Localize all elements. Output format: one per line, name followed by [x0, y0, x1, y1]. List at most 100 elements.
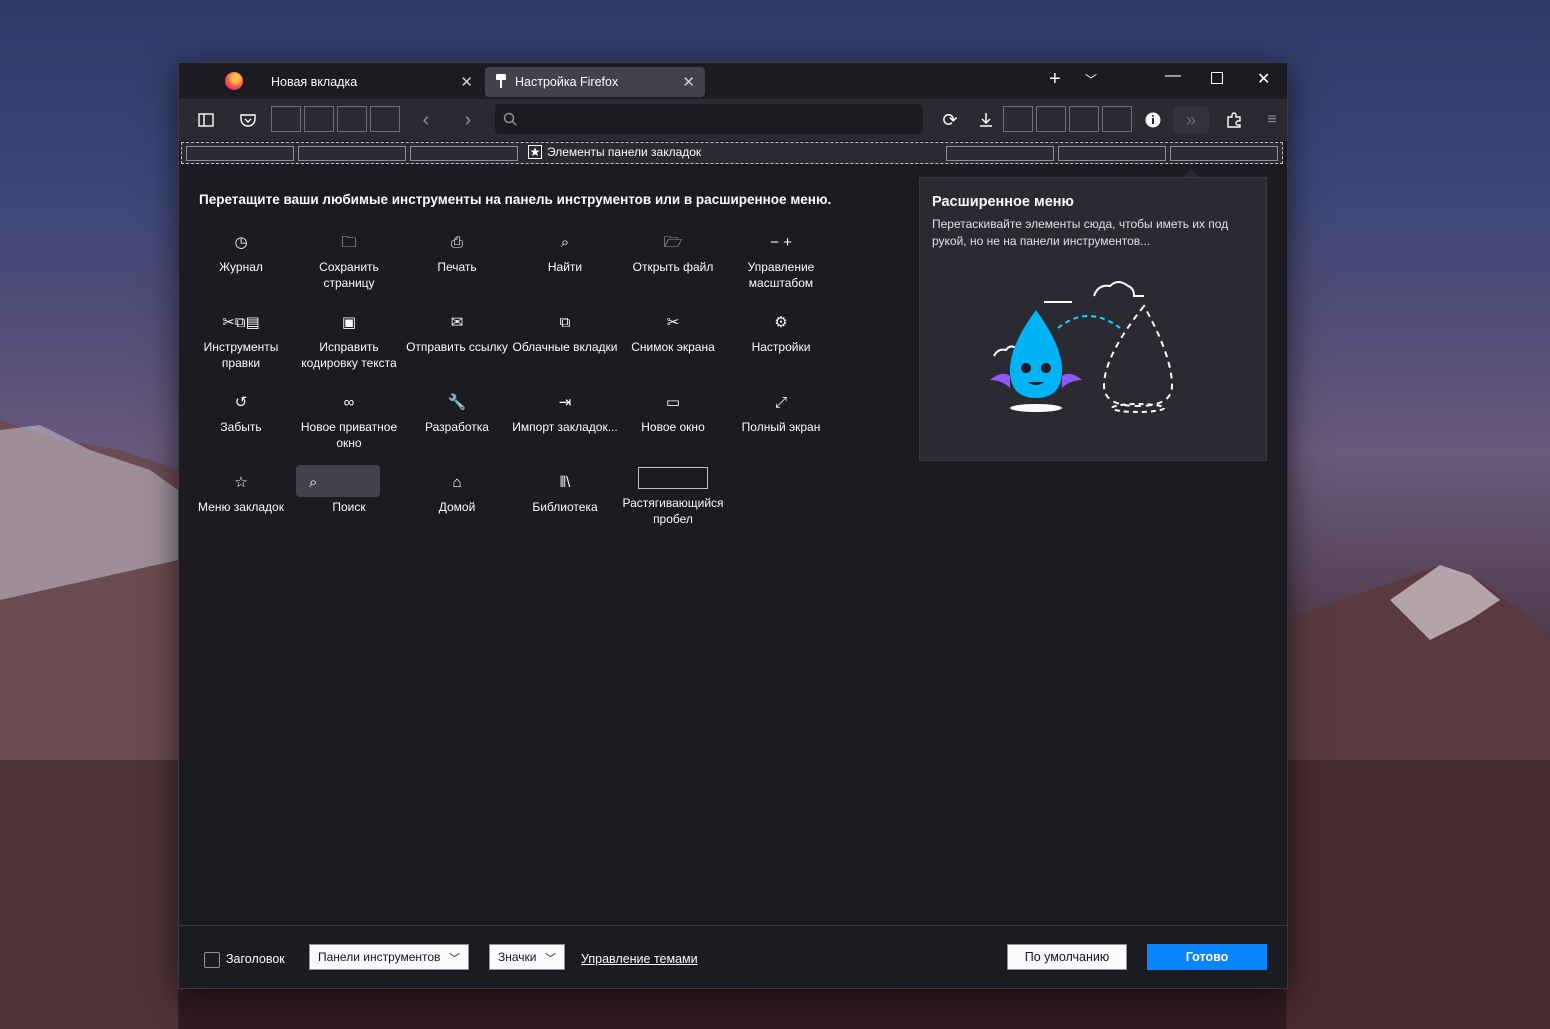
close-window-icon[interactable]: ✕	[1257, 69, 1270, 89]
toolbar-placeholder	[370, 106, 400, 132]
palette-item-new-window[interactable]: ▭ Новое окно	[619, 393, 727, 435]
tab-new-tab[interactable]: Новая вкладка ✕	[257, 67, 483, 97]
extensions-icon[interactable]	[1221, 107, 1247, 133]
url-bar[interactable]	[495, 104, 923, 134]
palette-item-search[interactable]: ⌕ Поиск	[295, 465, 403, 515]
chevron-down-icon: ﹀	[545, 953, 556, 965]
palette-item-edit-tools[interactable]: ✂⧉▤ Инструменты правки	[187, 313, 295, 371]
palette-item-label: Управление масштабом	[747, 260, 815, 290]
library-icon: ⫴\	[559, 474, 571, 491]
forget-icon: ↺	[234, 394, 248, 411]
back-icon[interactable]: ‹	[413, 107, 439, 133]
overflow-chevron-icon[interactable]: »	[1173, 107, 1209, 133]
find-icon: ⌕	[560, 234, 570, 251]
palette-item-screenshot[interactable]: ✂ Снимок экрана	[619, 313, 727, 355]
toolbar-placeholder	[337, 106, 367, 132]
palette-item-open-file[interactable]: 🗁 Открыть файл	[619, 233, 727, 275]
firefox-logo-icon[interactable]	[225, 72, 243, 90]
palette-item-label: Облачные вкладки	[512, 340, 618, 354]
overflow-text: Перетаскивайте элементы сюда, чтобы имет…	[932, 217, 1229, 248]
panel-arrow	[1183, 169, 1199, 177]
minimize-icon[interactable]: —	[1165, 67, 1181, 85]
palette-item-find[interactable]: ⌕ Найти	[511, 233, 619, 275]
maximize-icon[interactable]	[1211, 72, 1223, 84]
palette-item-label: Поиск	[332, 500, 366, 514]
palette-item-label: Отправить ссылку	[406, 340, 508, 354]
bookmark-placeholder	[298, 146, 406, 161]
downloads-icon[interactable]	[973, 107, 999, 133]
customize-footer: Заголовок Панели инструментов ﹀ Значки ﹀…	[179, 925, 1287, 988]
forward-icon[interactable]: ›	[455, 107, 481, 133]
palette-item-import[interactable]: ⇥ Импорт закладок...	[511, 393, 619, 435]
zoom-icon: − +	[770, 234, 792, 251]
toolbars-dropdown-value: Панели инструментов	[318, 950, 441, 964]
palette-item-label: Настройки	[751, 340, 811, 354]
bookmarks-menu-icon: ☆	[234, 474, 248, 491]
encoding-icon: ▣	[341, 314, 357, 331]
palette-item-label: Полный экран	[741, 420, 821, 434]
titlebar-checkbox[interactable]	[204, 952, 220, 968]
palette-item-label: Открыть файл	[632, 260, 714, 274]
palette-item-synced-tabs[interactable]: ⧉ Облачные вкладки	[511, 313, 619, 355]
density-dropdown[interactable]: Значки ﹀	[489, 944, 565, 970]
reload-icon[interactable]: ⟳	[937, 107, 963, 133]
palette-item-label: Растягивающийся пробел	[622, 496, 724, 526]
hamburger-menu-icon[interactable]: ≡	[1259, 107, 1285, 133]
tab-label: Новая вкладка	[271, 75, 358, 89]
bookmark-placeholder	[946, 146, 1054, 161]
manage-themes-link[interactable]: Управление темами	[581, 952, 698, 966]
tab-bar: Новая вкладка ✕ Настройка Firefox ✕ + ﹀ …	[179, 63, 1287, 99]
fullscreen-icon: ⤢	[774, 394, 787, 411]
bookmarks-toolbar: Элементы панели закладок	[181, 142, 1283, 164]
palette-item-fullscreen[interactable]: ⤢ Полный экран	[727, 393, 835, 435]
toolbars-dropdown[interactable]: Панели инструментов ﹀	[309, 944, 469, 970]
close-tab-icon[interactable]: ✕	[682, 73, 695, 91]
palette-item-label: Инструменты правки	[203, 340, 279, 370]
toolbar-placeholder	[304, 106, 334, 132]
palette-item-label: Забыть	[220, 420, 262, 434]
new-tab-plus-icon[interactable]: +	[1049, 68, 1061, 91]
bookmark-placeholder	[410, 146, 518, 161]
tab-customize[interactable]: Настройка Firefox ✕	[485, 67, 705, 97]
palette-item-home[interactable]: ⌂ Домой	[403, 473, 511, 515]
sidebar-icon[interactable]	[193, 107, 219, 133]
overflow-panel[interactable]: Расширенное меню Перетаскивайте элементы…	[919, 177, 1267, 461]
palette-item-developer[interactable]: 🔧 Разработка	[403, 393, 511, 435]
palette-item-save-page[interactable]: 🗀 Сохранить страницу	[295, 233, 403, 291]
close-tab-icon[interactable]: ✕	[460, 73, 473, 91]
toolbar-placeholder	[1003, 106, 1033, 132]
bookmarks-items[interactable]: Элементы панели закладок	[528, 145, 701, 159]
bookmarks-items-label: Элементы панели закладок	[547, 145, 702, 159]
palette-item-label: Разработка	[425, 420, 489, 434]
developer-icon: 🔧	[447, 394, 467, 411]
palette-item-email-link[interactable]: ✉ Отправить ссылку	[403, 313, 511, 355]
palette-item-forget[interactable]: ↺ Забыть	[187, 393, 295, 435]
palette-item-print[interactable]: ⎙ Печать	[403, 233, 511, 275]
overflow-title: Расширенное меню	[932, 194, 1074, 210]
open-file-icon: 🗁	[663, 234, 683, 251]
settings-icon: ⚙	[774, 314, 788, 331]
palette-item-zoom[interactable]: − + Управление масштабом	[727, 233, 835, 291]
palette-item-history[interactable]: ◷ Журнал	[187, 233, 295, 275]
palette-item-bookmarks-menu[interactable]: ☆ Меню закладок	[187, 473, 295, 515]
restore-defaults-button[interactable]: По умолчанию	[1007, 944, 1127, 970]
density-dropdown-value: Значки	[498, 950, 537, 964]
overflow-illustration	[990, 281, 1174, 413]
palette-item-flexible-space[interactable]: Растягивающийся пробел	[619, 467, 727, 527]
screenshot-icon: ✂	[666, 314, 680, 331]
list-tabs-chevron-icon[interactable]: ﹀	[1085, 71, 1097, 88]
pocket-icon[interactable]	[235, 107, 261, 133]
palette-item-label: Сохранить страницу	[319, 260, 379, 290]
palette-item-library[interactable]: ⫴\ Библиотека	[511, 473, 619, 515]
bookmark-placeholder	[1058, 146, 1166, 161]
palette-item-label: Новое окно	[641, 420, 705, 434]
palette-item-encoding[interactable]: ▣ Исправить кодировку текста	[295, 313, 403, 371]
private-window-icon: ∞	[343, 394, 355, 411]
titlebar-label: Заголовок	[226, 952, 285, 966]
palette-item-settings[interactable]: ⚙ Настройки	[727, 313, 835, 355]
palette-item-private-window[interactable]: ∞ Новое приватное окно	[295, 393, 403, 451]
info-icon[interactable]	[1140, 107, 1166, 133]
edit-tools-icon: ✂⧉▤	[222, 314, 260, 331]
search-icon: ⌕	[309, 474, 318, 491]
done-button[interactable]: Готово	[1147, 944, 1267, 970]
